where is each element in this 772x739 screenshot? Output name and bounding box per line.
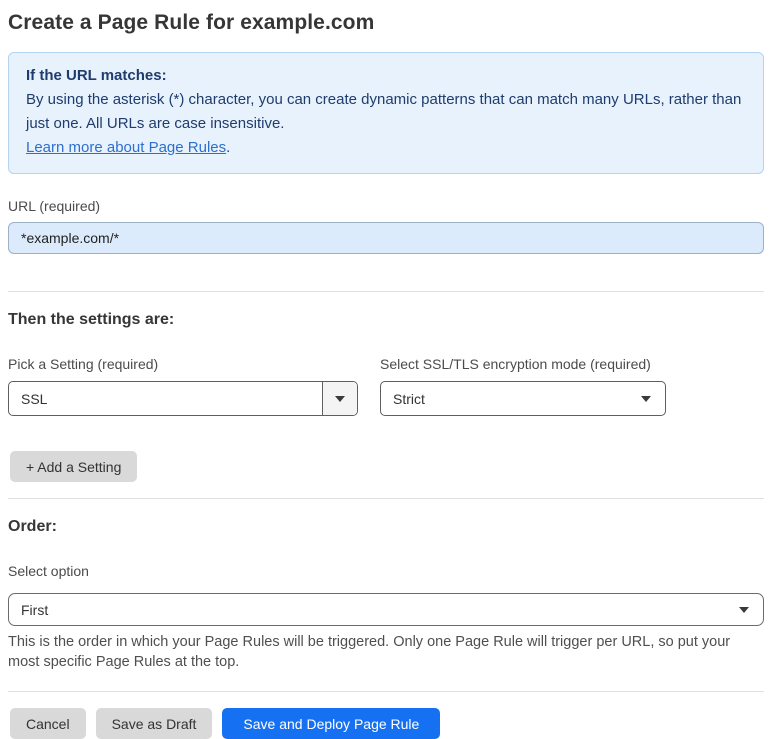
section-divider bbox=[8, 498, 764, 499]
cancel-button[interactable]: Cancel bbox=[10, 708, 86, 739]
setting-picker-label: Pick a Setting (required) bbox=[8, 356, 159, 372]
ssl-mode-picker-group: Select SSL/TLS encryption mode (required… bbox=[380, 356, 666, 416]
section-divider bbox=[8, 291, 764, 292]
url-input[interactable] bbox=[8, 222, 764, 254]
save-deploy-button[interactable]: Save and Deploy Page Rule bbox=[222, 708, 441, 739]
order-section-heading: Order: bbox=[8, 518, 57, 535]
ssl-mode-picker-label: Select SSL/TLS encryption mode (required… bbox=[380, 356, 651, 372]
link-suffix: . bbox=[226, 139, 231, 156]
page-title: Create a Page Rule for example.com bbox=[8, 11, 375, 34]
setting-picker-value: SSL bbox=[21, 390, 48, 407]
setting-picker-select[interactable]: SSL bbox=[8, 381, 358, 416]
learn-more-link[interactable]: Learn more about Page Rules bbox=[26, 139, 226, 156]
chevron-down-icon bbox=[739, 594, 763, 625]
chevron-down-icon bbox=[322, 382, 357, 415]
order-help-text: This is the order in which your Page Rul… bbox=[8, 634, 731, 670]
info-box-heading: If the URL matches: bbox=[26, 67, 167, 84]
page-rule-form: Create a Page Rule for example.com If th… bbox=[0, 0, 772, 739]
ssl-mode-select[interactable]: Strict bbox=[380, 381, 666, 416]
url-field-label: URL (required) bbox=[8, 198, 101, 214]
info-box-body: By using the asterisk (*) character, you… bbox=[26, 91, 742, 132]
add-setting-button[interactable]: + Add a Setting bbox=[10, 451, 138, 482]
order-select-value: First bbox=[21, 601, 49, 618]
order-select[interactable]: First bbox=[8, 593, 764, 626]
info-box-link-line: Learn more about Page Rules. bbox=[26, 136, 746, 160]
order-select-label: Select option bbox=[8, 563, 89, 579]
url-match-info-box: If the URL matches: By using the asteris… bbox=[8, 52, 764, 174]
settings-row: Pick a Setting (required) SSL Select SSL… bbox=[8, 356, 764, 416]
ssl-mode-value: Strict bbox=[393, 390, 425, 407]
settings-section-heading: Then the settings are: bbox=[8, 311, 175, 328]
setting-picker-group: Pick a Setting (required) SSL bbox=[8, 356, 358, 416]
form-actions: Cancel Save as Draft Save and Deploy Pag… bbox=[10, 708, 764, 739]
chevron-down-icon bbox=[641, 382, 665, 415]
save-draft-button[interactable]: Save as Draft bbox=[95, 708, 213, 739]
add-setting-wrap: + Add a Setting bbox=[10, 451, 764, 482]
section-divider bbox=[8, 691, 764, 692]
